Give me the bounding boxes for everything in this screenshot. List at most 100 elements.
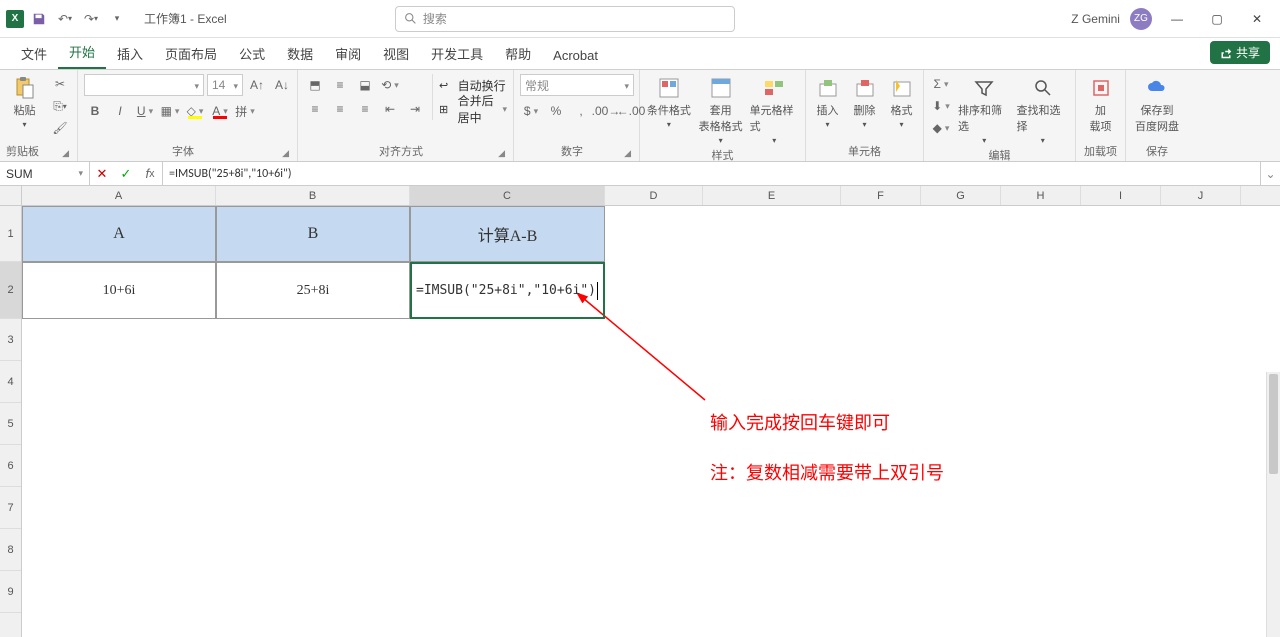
- format-cells-button[interactable]: 格式▾: [886, 74, 917, 129]
- maximize-button[interactable]: ▢: [1202, 4, 1232, 34]
- align-top-button[interactable]: ⬒: [304, 75, 326, 95]
- decrease-font-button[interactable]: A↓: [271, 75, 293, 95]
- font-name-combo[interactable]: [84, 74, 204, 96]
- user-name[interactable]: Z Gemini: [1071, 12, 1120, 26]
- merge-center-button[interactable]: ⊞ 合并后居中: [439, 98, 507, 120]
- qat-customize-icon[interactable]: ▾: [106, 8, 128, 30]
- col-header-I[interactable]: I: [1081, 186, 1161, 205]
- close-button[interactable]: ✕: [1242, 4, 1272, 34]
- undo-icon[interactable]: ↶▾: [54, 8, 76, 30]
- col-header-F[interactable]: F: [841, 186, 921, 205]
- cell-A2[interactable]: 10+6i: [22, 262, 216, 319]
- vertical-scrollbar[interactable]: [1266, 372, 1280, 637]
- percent-button[interactable]: %: [545, 101, 567, 121]
- cells[interactable]: A B 计算A-B 10+6i 25+8i =IMSUB("25+8i","10…: [22, 206, 1280, 637]
- alignment-launcher[interactable]: ◢: [498, 148, 507, 159]
- format-painter-button[interactable]: 🖌: [49, 118, 71, 138]
- cell-styles-button[interactable]: 单元格样式▾: [750, 74, 799, 145]
- cut-button[interactable]: ✂: [49, 74, 71, 94]
- col-header-J[interactable]: J: [1161, 186, 1241, 205]
- find-select-button[interactable]: 查找和选择▾: [1017, 74, 1070, 145]
- copy-button[interactable]: ⎘▾: [49, 96, 71, 116]
- row-header-8[interactable]: 8: [0, 529, 21, 571]
- tab-data[interactable]: 数据: [276, 38, 324, 69]
- row-header-6[interactable]: 6: [0, 445, 21, 487]
- increase-font-button[interactable]: A↑: [246, 75, 268, 95]
- accept-formula-button[interactable]: ✓: [114, 166, 138, 182]
- align-left-button[interactable]: ≡: [304, 99, 326, 119]
- name-box[interactable]: SUM ▾: [0, 162, 90, 185]
- align-middle-button[interactable]: ≡: [329, 75, 351, 95]
- row-header-4[interactable]: 4: [0, 361, 21, 403]
- fill-color-button[interactable]: ◇: [184, 101, 206, 121]
- col-header-D[interactable]: D: [605, 186, 703, 205]
- minimize-button[interactable]: —: [1162, 4, 1192, 34]
- bold-button[interactable]: B: [84, 101, 106, 121]
- align-bottom-button[interactable]: ⬓: [354, 75, 376, 95]
- search-input[interactable]: 搜索: [395, 6, 735, 32]
- cell-B1[interactable]: B: [216, 206, 410, 262]
- clipboard-launcher[interactable]: ◢: [62, 148, 71, 159]
- tab-developer[interactable]: 开发工具: [420, 38, 494, 69]
- row-header-2[interactable]: 2: [0, 262, 21, 319]
- underline-button[interactable]: U: [134, 101, 156, 121]
- decrease-decimal-button[interactable]: ←.00: [620, 101, 642, 121]
- select-all-corner[interactable]: [0, 186, 22, 206]
- increase-decimal-button[interactable]: .00→: [595, 101, 617, 121]
- user-avatar[interactable]: ZG: [1130, 8, 1152, 30]
- tab-home[interactable]: 开始: [58, 36, 106, 69]
- align-right-button[interactable]: ≡: [354, 99, 376, 119]
- col-header-G[interactable]: G: [921, 186, 1001, 205]
- increase-indent-button[interactable]: ⇥: [404, 99, 426, 119]
- tab-insert[interactable]: 插入: [106, 38, 154, 69]
- cancel-formula-button[interactable]: ✕: [90, 166, 114, 182]
- number-format-combo[interactable]: 常规: [520, 74, 634, 96]
- font-launcher[interactable]: ◢: [282, 148, 291, 159]
- tab-acrobat[interactable]: Acrobat: [542, 42, 609, 69]
- save-baidu-button[interactable]: 保存到 百度网盘: [1132, 74, 1182, 134]
- vertical-scrollbar-thumb[interactable]: [1269, 374, 1278, 474]
- tab-file[interactable]: 文件: [10, 38, 58, 69]
- tab-formulas[interactable]: 公式: [228, 38, 276, 69]
- fill-button[interactable]: ⬇: [930, 96, 952, 116]
- tab-view[interactable]: 视图: [372, 38, 420, 69]
- save-icon[interactable]: [28, 8, 50, 30]
- italic-button[interactable]: I: [109, 101, 131, 121]
- accounting-format-button[interactable]: $: [520, 101, 542, 121]
- tab-review[interactable]: 审阅: [324, 38, 372, 69]
- formula-input[interactable]: =IMSUB("25+8i","10+6i"): [163, 162, 1260, 185]
- col-header-A[interactable]: A: [22, 186, 216, 205]
- cell-C2-editing[interactable]: =IMSUB("25+8i","10+6i"): [410, 262, 605, 319]
- comma-button[interactable]: ,: [570, 101, 592, 121]
- autosum-button[interactable]: Σ: [930, 74, 952, 94]
- row-header-5[interactable]: 5: [0, 403, 21, 445]
- borders-button[interactable]: ▦: [159, 101, 181, 121]
- clear-button[interactable]: ◆: [930, 118, 952, 138]
- font-color-button[interactable]: A: [209, 101, 231, 121]
- share-button[interactable]: 共享: [1210, 41, 1270, 64]
- col-header-E[interactable]: E: [703, 186, 841, 205]
- cell-A1[interactable]: A: [22, 206, 216, 262]
- tab-pagelayout[interactable]: 页面布局: [154, 38, 228, 69]
- row-header-1[interactable]: 1: [0, 206, 21, 262]
- redo-icon[interactable]: ↷▾: [80, 8, 102, 30]
- fx-button[interactable]: fx: [138, 166, 162, 181]
- conditional-format-button[interactable]: 条件格式▾: [646, 74, 692, 129]
- decrease-indent-button[interactable]: ⇤: [379, 99, 401, 119]
- row-header-9[interactable]: 9: [0, 571, 21, 613]
- number-launcher[interactable]: ◢: [624, 148, 633, 159]
- expand-formula-bar[interactable]: ⌄: [1260, 162, 1280, 185]
- tab-help[interactable]: 帮助: [494, 38, 542, 69]
- delete-cells-button[interactable]: 删除▾: [849, 74, 880, 129]
- col-header-H[interactable]: H: [1001, 186, 1081, 205]
- row-header-3[interactable]: 3: [0, 319, 21, 361]
- paste-button[interactable]: 粘贴 ▾: [6, 74, 43, 129]
- orientation-button[interactable]: ⟲: [379, 75, 401, 95]
- cell-B2[interactable]: 25+8i: [216, 262, 410, 319]
- sort-filter-button[interactable]: 排序和筛选▾: [958, 74, 1011, 145]
- insert-cells-button[interactable]: 插入▾: [812, 74, 843, 129]
- addins-button[interactable]: 加 载项: [1082, 74, 1119, 134]
- format-as-table-button[interactable]: 套用 表格格式▾: [698, 74, 744, 145]
- row-header-7[interactable]: 7: [0, 487, 21, 529]
- col-header-B[interactable]: B: [216, 186, 410, 205]
